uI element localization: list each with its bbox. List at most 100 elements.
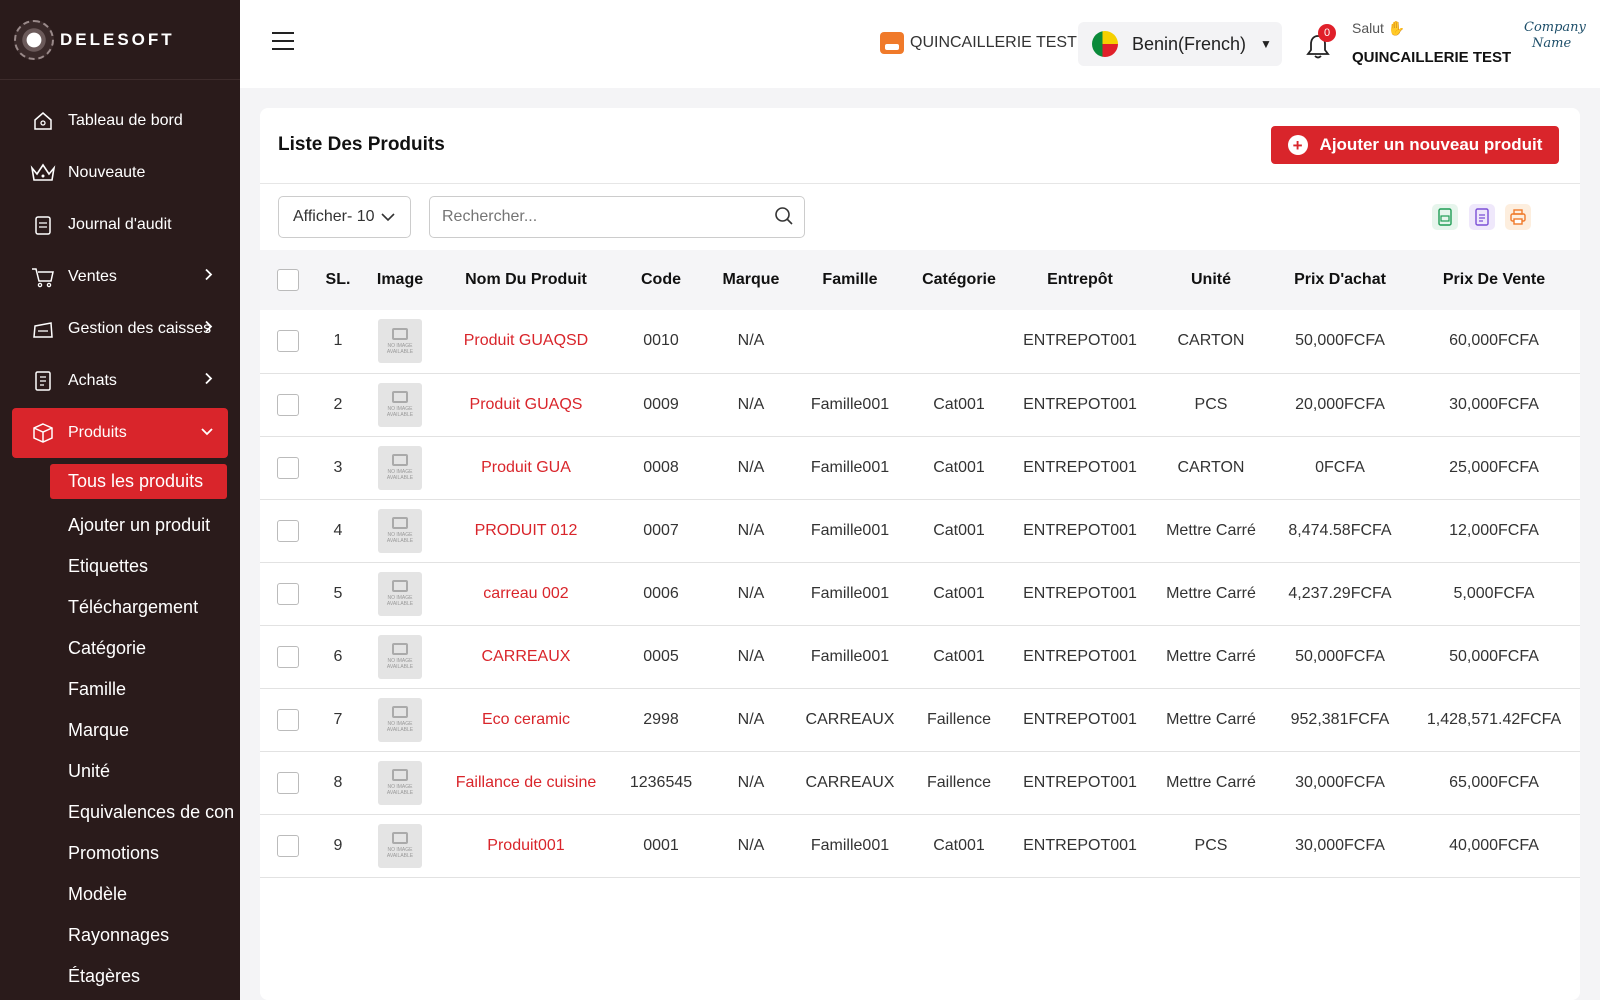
- plus-circle-icon: +: [1287, 135, 1308, 155]
- submenu-item-marque[interactable]: Marque: [50, 710, 240, 751]
- column-header-entrep-t[interactable]: Entrepôt: [1010, 250, 1150, 310]
- product-name-link[interactable]: Produit001: [440, 814, 612, 877]
- row-checkbox[interactable]: [277, 645, 299, 668]
- column-header-prix-de-vente[interactable]: Prix De Vente: [1408, 250, 1580, 310]
- cell-vente: 65,000FCFA: [1449, 773, 1539, 791]
- submenu-item-mod-le[interactable]: Modèle: [50, 874, 240, 915]
- sidebar-item-label: Nouveaute: [68, 164, 146, 181]
- cell-code: 0009: [643, 395, 679, 413]
- sidebar-item-achats[interactable]: Achats: [12, 356, 228, 406]
- product-name-link[interactable]: carreau 002: [440, 562, 612, 625]
- image-frame-icon: [392, 643, 408, 655]
- cell-famille: Famille001: [810, 836, 890, 854]
- product-name-link[interactable]: Produit GUAQS: [440, 373, 612, 436]
- product-name-link[interactable]: Faillance de cuisine: [440, 751, 612, 814]
- user-menu[interactable]: Salut ✋ QUINCAILLERIE TEST: [1352, 20, 1511, 66]
- language-label: Benin(French): [1132, 33, 1247, 54]
- row-checkbox[interactable]: [277, 834, 299, 857]
- row-checkbox[interactable]: [277, 393, 299, 416]
- cell-entrepot: ENTREPOT001: [1023, 836, 1137, 854]
- cell-famille: CARREAUX: [805, 773, 895, 791]
- sidebar-item-label: Gestion des caisses: [68, 320, 212, 337]
- cell-achat: 952,381FCFA: [1290, 710, 1390, 728]
- cell-vente: 25,000FCFA: [1449, 458, 1539, 476]
- cell-achat: 0FCFA: [1315, 458, 1365, 476]
- row-checkbox[interactable]: [277, 708, 299, 731]
- image-frame-icon: [392, 769, 408, 781]
- submenu-item-ajouter-un-produit[interactable]: Ajouter un produit: [50, 505, 240, 546]
- column-header-nom-du-produit[interactable]: Nom Du Produit: [440, 250, 612, 310]
- image-frame-icon: [392, 580, 408, 592]
- search-icon[interactable]: [774, 206, 794, 226]
- search-input[interactable]: [430, 197, 760, 237]
- no-image-text-2: AVAILABLE: [386, 348, 414, 355]
- notification-badge: 0: [1318, 24, 1336, 42]
- table-row: 1 NO IMAGE AVAILABLE Produit GUAQSD 0010 N/A E…: [260, 310, 1580, 373]
- submenu-item-rayonnages[interactable]: Rayonnages: [50, 915, 240, 956]
- sidebar-item-journal-d-audit[interactable]: Journal d'audit: [12, 200, 228, 250]
- image-frame-icon: [392, 454, 408, 466]
- column-header-sl[interactable]: SL.: [316, 250, 360, 310]
- page-title: Liste Des Produits: [278, 134, 445, 155]
- product-name-link[interactable]: Eco ceramic: [440, 688, 612, 751]
- row-select-cell: [260, 751, 316, 814]
- submenu-item-equivalences-de-con[interactable]: Equivalences de con: [50, 792, 240, 833]
- row-checkbox[interactable]: [277, 582, 299, 605]
- submenu-item-tous-les-produits[interactable]: Tous les produits: [50, 464, 227, 499]
- product-name-link[interactable]: Produit GUAQSD: [440, 310, 612, 373]
- column-header-cat-gorie[interactable]: Catégorie: [908, 250, 1010, 310]
- cell-famille: Famille001: [810, 521, 890, 539]
- csv-export-icon[interactable]: [1469, 204, 1495, 230]
- submenu-item-etiquettes[interactable]: Etiquettes: [50, 546, 240, 587]
- sidebar-item-nouveaute[interactable]: Nouveaute: [12, 148, 228, 198]
- cell-achat: 20,000FCFA: [1295, 395, 1385, 413]
- column-header-prix-d-achat[interactable]: Prix D'achat: [1272, 250, 1408, 310]
- row-checkbox[interactable]: [277, 330, 299, 353]
- hamburger-menu-icon[interactable]: [272, 32, 294, 50]
- cell-sl: 3: [333, 458, 343, 476]
- product-name-link[interactable]: CARREAUX: [440, 625, 612, 688]
- column-header-image[interactable]: Image: [360, 250, 440, 310]
- sidebar-item-label: Ventes: [68, 268, 117, 285]
- row-select-cell: [260, 562, 316, 625]
- submenu-item--tag-res[interactable]: Étagères: [50, 956, 240, 997]
- chevron-right-icon: [204, 372, 214, 391]
- row-checkbox[interactable]: [277, 519, 299, 542]
- products-submenu: Tous les produits Ajouter un produit Etiqu…: [0, 464, 240, 997]
- submenu-item-t-l-chargement[interactable]: Téléchargement: [50, 587, 240, 628]
- cell-code: 2998: [643, 710, 679, 728]
- submenu-item-cat-gorie[interactable]: Catégorie: [50, 628, 240, 669]
- print-icon[interactable]: [1505, 204, 1531, 230]
- page-size-select[interactable]: Afficher- 10: [278, 196, 411, 238]
- cell-categorie: Cat001: [933, 521, 985, 539]
- select-all-checkbox[interactable]: [277, 269, 299, 291]
- cell-marque: N/A: [737, 521, 765, 539]
- cell-code: 0008: [643, 458, 679, 476]
- column-header-unit[interactable]: Unité: [1150, 250, 1272, 310]
- sidebar-item-ventes[interactable]: Ventes: [12, 252, 228, 302]
- row-checkbox[interactable]: [277, 456, 299, 479]
- product-name-link[interactable]: PRODUIT 012: [440, 499, 612, 562]
- store-selector[interactable]: QUINCAILLERIE TEST: [880, 32, 1077, 54]
- add-product-button[interactable]: + Ajouter un nouveau produit: [1271, 126, 1559, 164]
- cell-categorie: Cat001: [933, 836, 985, 854]
- submenu-item-promotions[interactable]: Promotions: [50, 833, 240, 874]
- sidebar-item-tableau-de-bord[interactable]: Tableau de bord: [12, 96, 228, 146]
- product-name-link[interactable]: Produit GUA: [440, 436, 612, 499]
- excel-export-icon[interactable]: [1432, 204, 1458, 230]
- chevron-down-icon: [200, 424, 214, 442]
- column-header-marque[interactable]: Marque: [710, 250, 792, 310]
- language-selector[interactable]: Benin(French) ▼: [1078, 22, 1282, 66]
- cell-unite: PCS: [1194, 395, 1228, 413]
- sidebar-item-produits[interactable]: Produits: [12, 408, 228, 458]
- table-toolbar: Afficher- 10: [260, 184, 1580, 250]
- submenu-item-famille[interactable]: Famille: [50, 669, 240, 710]
- row-checkbox[interactable]: [277, 771, 299, 794]
- sidebar-item-gestion-des-caisses[interactable]: Gestion des caisses: [12, 304, 228, 354]
- brand[interactable]: DELESOFT: [0, 0, 240, 80]
- cell-unite: Mettre Carré: [1166, 710, 1256, 728]
- column-header-code[interactable]: Code: [612, 250, 710, 310]
- cell-sl: 2: [333, 395, 343, 413]
- submenu-item-unit[interactable]: Unité: [50, 751, 240, 792]
- column-header-famille[interactable]: Famille: [792, 250, 908, 310]
